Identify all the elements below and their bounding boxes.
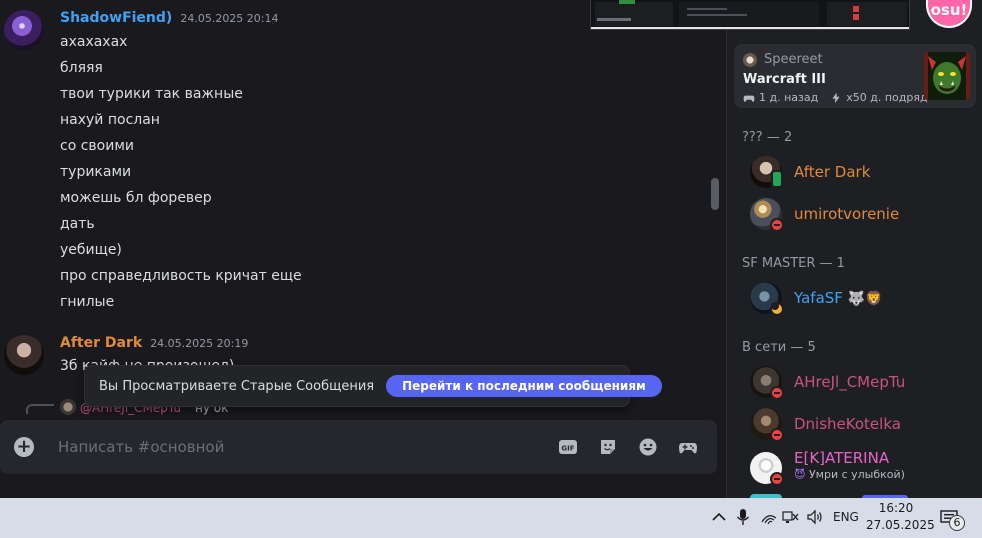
mobile-status-icon — [771, 170, 783, 188]
message-timestamp: 24.05.2025 20:14 — [180, 12, 279, 25]
member-section-header: В сети — 5 — [742, 340, 816, 355]
devil-emoji-icon: 😈 — [794, 468, 806, 481]
volume-icon[interactable] — [806, 508, 824, 526]
stream-preview-image — [591, 0, 909, 29]
member-emoji: 🐺🦁 — [847, 291, 883, 307]
member-name: umirotvorenie — [794, 205, 900, 223]
activity-last-played: 1 д. назад — [759, 91, 819, 104]
gamepad-icon[interactable] — [678, 437, 698, 457]
notification-count-badge: 6 — [949, 515, 965, 531]
dnd-status-icon — [770, 472, 784, 486]
message-text: со своими — [60, 138, 134, 154]
member-name: AHreJl_CMepTu — [794, 373, 906, 391]
language-indicator[interactable]: ENG — [833, 510, 859, 524]
activity-avatar — [743, 53, 757, 67]
activity-card[interactable]: Speereet Warcraft III 1 д. назад x50 д. … — [734, 44, 976, 108]
orc-face-image — [924, 52, 970, 100]
chat-pane: ShadowFiend) 24.05.2025 20:14 ахахахах б… — [0, 0, 726, 498]
lightning-icon — [832, 92, 840, 103]
microphone-icon[interactable] — [734, 508, 752, 526]
member-section-header: SF MASTER — 1 — [742, 256, 845, 271]
message-input[interactable] — [58, 434, 538, 460]
member-name: After Dark — [794, 163, 871, 181]
message-header: ShadowFiend) 24.05.2025 20:14 — [60, 10, 279, 26]
member-name: E[K]ATERINA — [794, 449, 890, 467]
message-timestamp: 24.05.2025 20:19 — [150, 337, 249, 350]
activity-meta: 1 д. назад x50 д. подряд — [743, 91, 928, 104]
emoji-icon[interactable] — [638, 437, 658, 457]
message-text: можешь бл форевер — [60, 190, 212, 206]
message-text: про справедливость кричат еще — [60, 268, 302, 284]
message-text: бляяя — [60, 60, 103, 76]
chat-scrollbar[interactable] — [711, 178, 719, 210]
reply-connector — [26, 404, 54, 414]
idle-status-icon — [770, 302, 784, 316]
windows-taskbar: ENG 16:20 27.05.2025 6 — [0, 498, 982, 538]
activity-user: Speereet — [764, 52, 823, 67]
svg-text:GIF: GIF — [561, 445, 574, 453]
member-name-text: YafaSF — [794, 289, 843, 307]
dnd-status-icon — [770, 386, 784, 400]
message-text: ахахахах — [60, 34, 128, 50]
old-messages-bar: Вы Просматриваете Старые Сообщения Перей… — [84, 365, 662, 407]
clock-time[interactable]: 16:20 — [873, 501, 919, 515]
member-item-after-dark[interactable]: After Dark — [748, 152, 976, 192]
jump-to-present-button[interactable]: Перейти к последним сообщениям — [386, 375, 662, 397]
message-header: After Dark 24.05.2025 20:19 — [60, 335, 248, 351]
message-text: гнилые — [60, 294, 115, 310]
member-item-yafasf[interactable]: YafaSF 🐺🦁 — [748, 278, 976, 318]
dnd-status-icon — [770, 428, 784, 442]
member-item-dnishekotelka[interactable]: DnisheKotelka — [748, 404, 976, 444]
member-name: YafaSF 🐺🦁 — [794, 289, 883, 307]
message-composer: + GIF — [0, 420, 717, 474]
author-name[interactable]: ShadowFiend) — [60, 10, 172, 26]
gamepad-icon — [743, 95, 755, 102]
member-name: DnisheKotelka — [794, 415, 901, 433]
member-section-header: ??? — 2 — [742, 130, 793, 145]
author-name[interactable]: After Dark — [60, 335, 142, 351]
add-attachment-button[interactable]: + — [14, 437, 34, 457]
message-text: дать — [60, 216, 95, 232]
message-text: нахуй послан — [60, 112, 160, 128]
activity-streak: x50 д. подряд — [846, 91, 928, 104]
clock-date[interactable]: 27.05.2025 — [866, 518, 935, 532]
avatar[interactable] — [4, 335, 44, 375]
network-disconnected-icon[interactable] — [782, 508, 800, 526]
game-art-image — [924, 52, 970, 100]
reply-avatar[interactable] — [60, 399, 76, 415]
member-custom-status-text: Умри с улыбкой) — [808, 468, 905, 481]
avatar[interactable] — [4, 10, 44, 50]
chevron-up-icon[interactable] — [710, 508, 728, 526]
message-text: туриками — [60, 164, 132, 180]
member-custom-status: 😈 Умри с улыбкой) — [794, 468, 905, 481]
message-text: уебище) — [60, 242, 122, 258]
gif-icon[interactable]: GIF — [558, 437, 578, 457]
stream-preview[interactable] — [590, 0, 910, 30]
member-item-ekaterina[interactable]: E[K]ATERINA 😈 Умри с улыбкой) — [748, 448, 976, 488]
activity-game-title: Warcraft III — [743, 72, 826, 87]
old-messages-text: Вы Просматриваете Старые Сообщения — [99, 378, 375, 394]
member-item-umirotvorenie[interactable]: umirotvorenie — [748, 194, 976, 234]
message-text: твои турики так важные — [60, 86, 243, 102]
dnd-status-icon — [770, 218, 784, 232]
wifi-icon[interactable] — [760, 508, 778, 526]
message-group: ShadowFiend) 24.05.2025 20:14 ахахахах б… — [0, 0, 710, 320]
member-item-ahrejl[interactable]: AHreJl_CMepTu — [748, 362, 976, 402]
discord-window: ShadowFiend) 24.05.2025 20:14 ахахахах б… — [0, 0, 982, 538]
sticker-icon[interactable] — [598, 437, 618, 457]
